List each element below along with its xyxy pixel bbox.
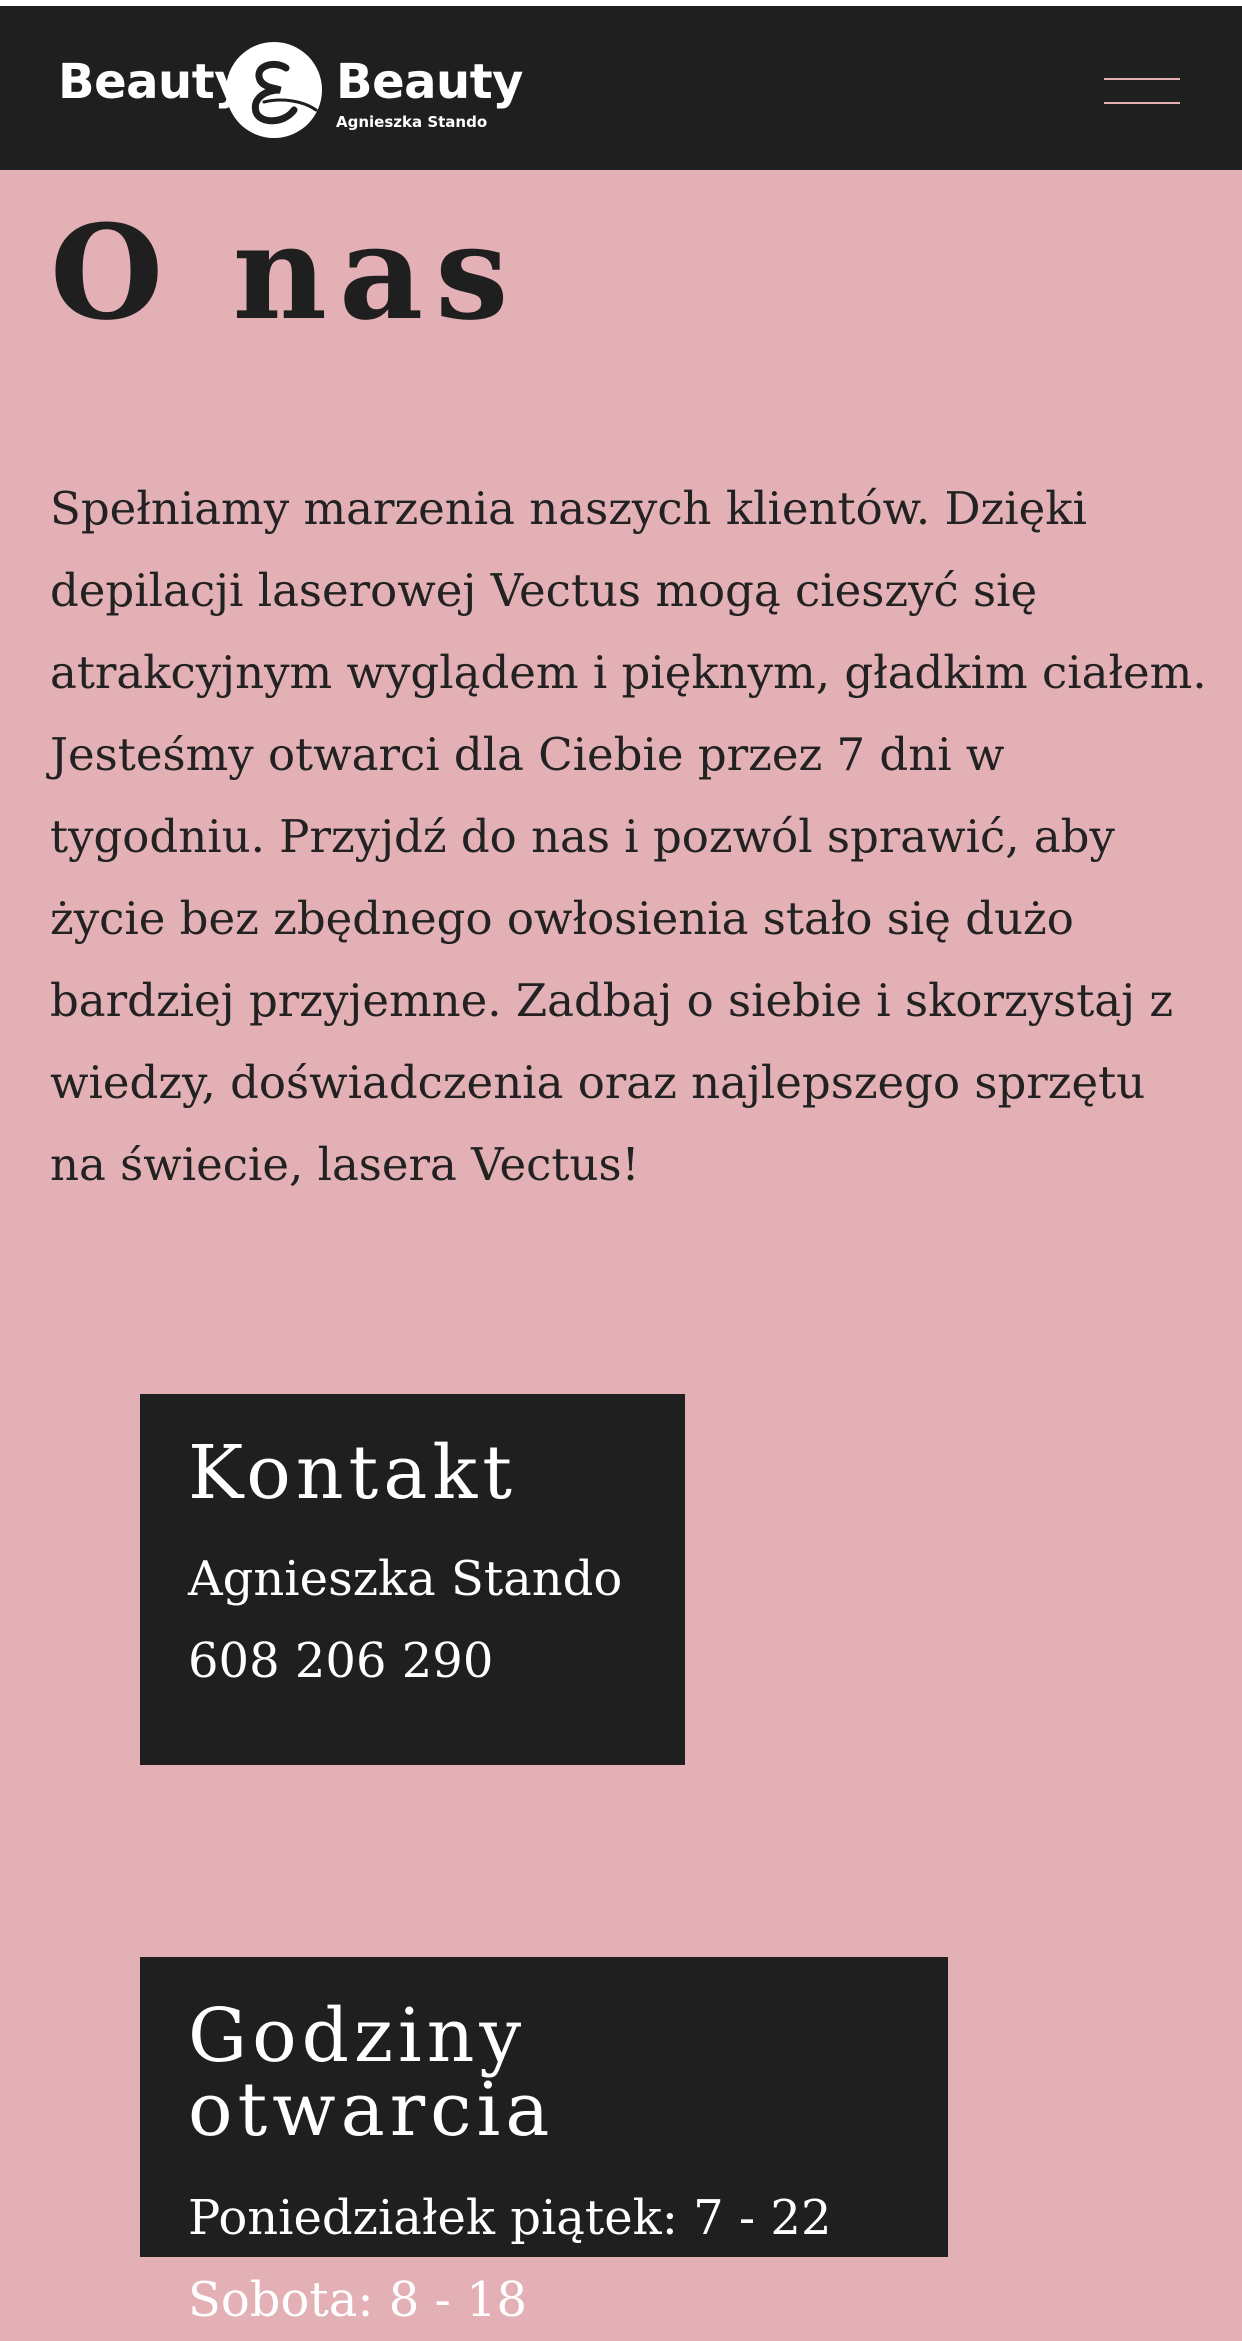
hamburger-icon: [1104, 78, 1180, 80]
site-header: Beauty Beauty Agnieszka Stando: [0, 6, 1242, 170]
contact-card: Kontakt Agnieszka Stando 608 206 290: [140, 1394, 685, 1765]
contact-name: Agnieszka Stando: [188, 1551, 623, 1607]
logo-subtitle: Agnieszka Stando: [336, 113, 488, 131]
site-logo[interactable]: Beauty Beauty Agnieszka Stando: [56, 36, 523, 146]
contact-title: Kontakt: [188, 1430, 517, 1516]
hamburger-icon-line: [1104, 102, 1180, 104]
hours-saturday: Sobota: 8 - 18: [188, 2272, 528, 2328]
logo-word-right: Beauty: [336, 54, 523, 110]
logo-word-left: Beauty: [58, 54, 245, 110]
intro-paragraph: Spełniamy marzenia naszych klientów. Dzi…: [50, 482, 1207, 1191]
hours-weekdays: Poniedziałek piątek: 7 - 22: [188, 2190, 832, 2246]
opening-hours-card: Godziny otwarcia Poniedziałek piątek: 7 …: [140, 1957, 948, 2328]
page-title: O nas: [50, 196, 521, 349]
hours-title: Godziny otwarcia: [188, 1993, 555, 2153]
menu-button[interactable]: [1096, 64, 1184, 118]
ampersand-icon: [226, 42, 322, 138]
contact-phone[interactable]: 608 206 290: [188, 1620, 637, 1702]
contact-details: Agnieszka Stando 608 206 290: [188, 1538, 637, 1702]
hours-details: Poniedziałek piątek: 7 - 22 Sobota: 8 - …: [188, 2177, 900, 2341]
